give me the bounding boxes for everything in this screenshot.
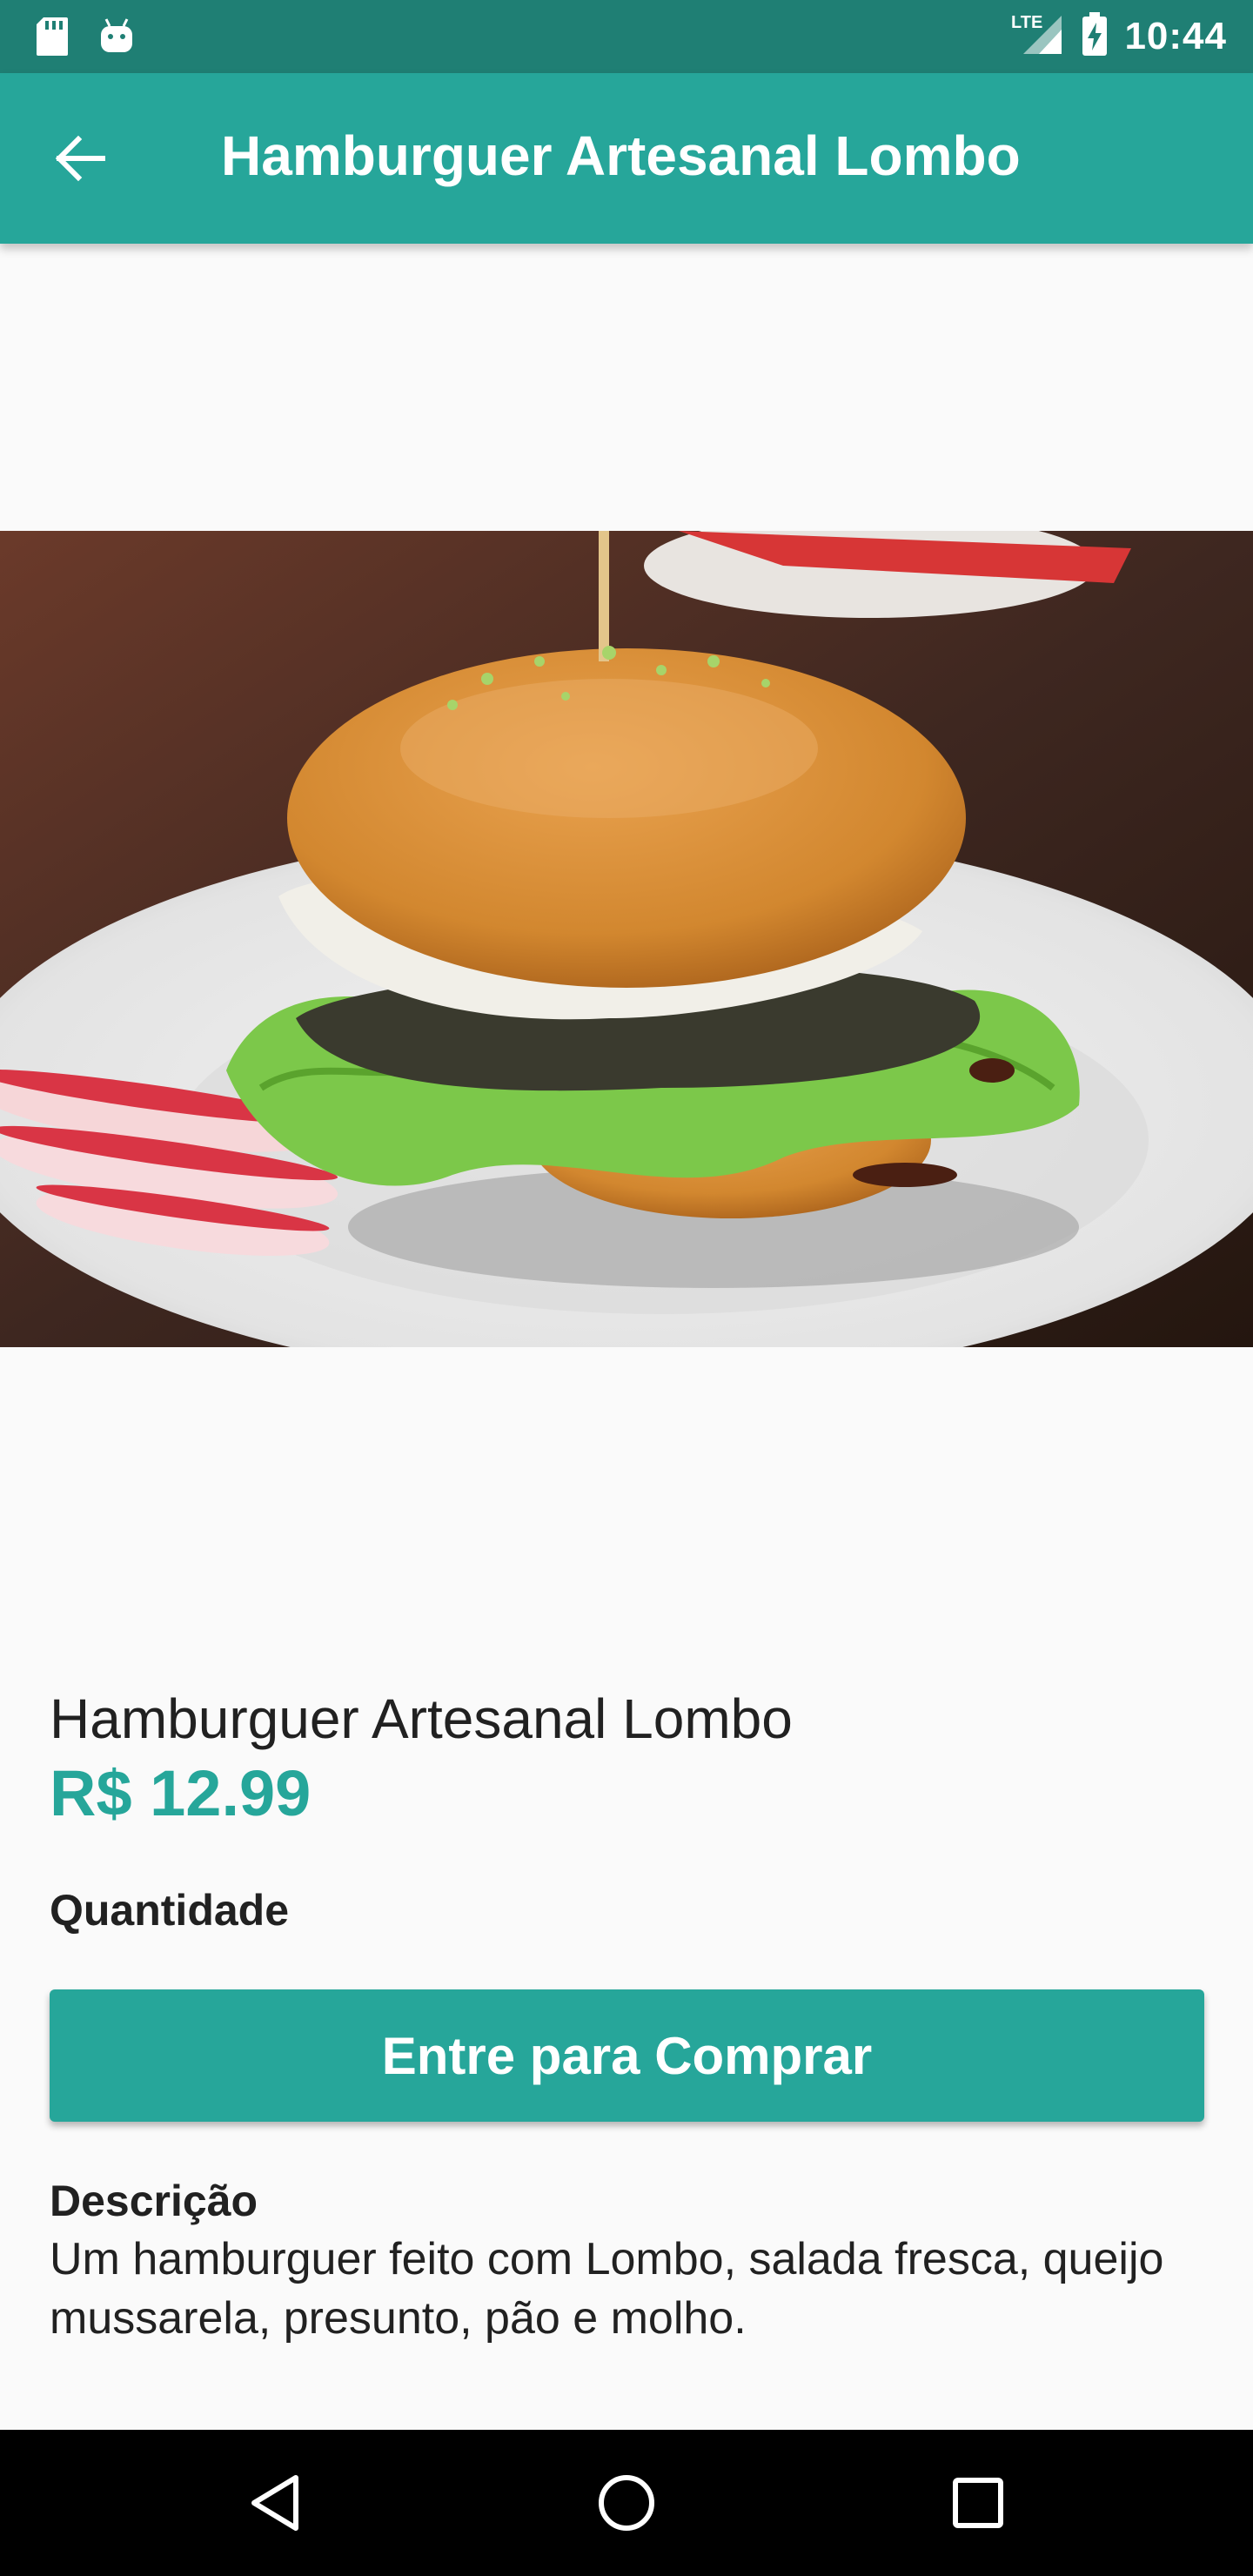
product-price: R$ 12.99: [50, 1757, 312, 1829]
home-circle-icon: [599, 2475, 654, 2531]
arrow-back-icon: [55, 135, 105, 182]
quantity-label: Quantidade: [50, 1886, 290, 1935]
sd-card-icon: [35, 16, 70, 62]
app-bar-title: Hamburguer Artesanal Lombo: [221, 124, 1021, 187]
product-name: Hamburguer Artesanal Lombo: [50, 1687, 793, 1750]
lte-signal-icon: LTE: [1009, 10, 1065, 62]
nav-bar: [0, 2430, 1253, 2576]
status-bar: LTE 10:44: [0, 0, 1253, 73]
product-image: [0, 531, 1253, 1347]
back-button[interactable]: [37, 115, 124, 202]
description-heading: Descrição: [50, 2177, 258, 2225]
network-label: LTE: [1011, 13, 1042, 32]
recents-square-icon: [953, 2478, 1003, 2528]
nav-home-button[interactable]: [583, 2459, 670, 2546]
status-left-icons: [35, 16, 136, 62]
status-time: 10:44: [1124, 14, 1227, 57]
app-bar: Hamburguer Artesanal Lombo: [0, 73, 1253, 244]
battery-charging-icon: [1081, 10, 1109, 62]
description-text: Um hamburguer feito com Lombo, salada fr…: [50, 2234, 1164, 2344]
status-right-icons: LTE 10:44: [1009, 10, 1227, 62]
buy-button[interactable]: Entre para Comprar: [50, 1989, 1204, 2122]
back-triangle-icon: [251, 2475, 298, 2531]
nav-back-button[interactable]: [231, 2459, 318, 2546]
burger-photo: [0, 531, 1253, 1347]
nav-recents-button[interactable]: [935, 2459, 1022, 2546]
android-icon: [97, 16, 136, 62]
